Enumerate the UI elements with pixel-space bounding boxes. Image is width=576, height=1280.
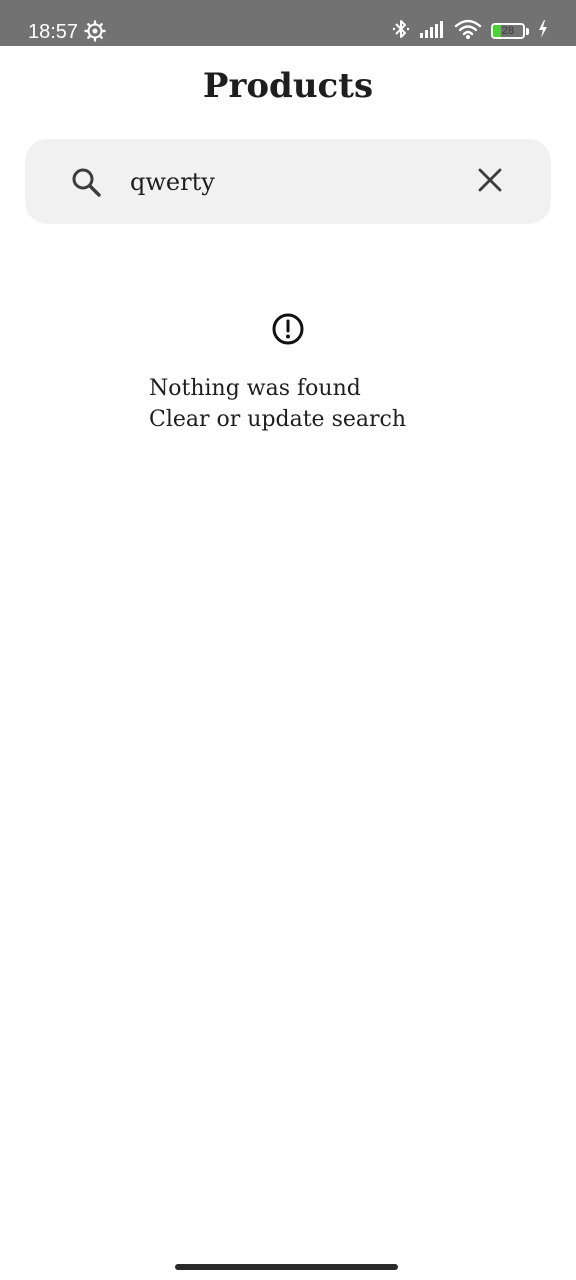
empty-state-message: Nothing was found Clear or update search — [149, 373, 549, 435]
empty-state-title: Nothing was found — [149, 376, 361, 401]
search-icon[interactable] — [70, 166, 102, 198]
close-icon — [478, 168, 502, 196]
signal-icon — [419, 19, 445, 43]
alert-circle-icon — [271, 312, 305, 346]
clear-search-button[interactable] — [470, 162, 510, 202]
status-time: 18:57 — [28, 21, 79, 43]
battery-level: 28 — [501, 25, 515, 37]
status-bar: 18:57 28 — [0, 0, 576, 46]
page-title: Products — [202, 66, 374, 106]
battery-icon: 28 — [491, 23, 525, 39]
battery-nub — [526, 27, 529, 35]
status-icons: 28 — [383, 18, 548, 44]
wifi-icon — [454, 18, 482, 44]
bluetooth-icon — [392, 17, 410, 45]
gear-icon — [84, 20, 106, 42]
empty-state-hint: Clear or update search — [149, 407, 407, 432]
home-indicator[interactable] — [175, 1264, 398, 1270]
search-input[interactable] — [130, 164, 450, 200]
charging-icon — [538, 20, 548, 42]
